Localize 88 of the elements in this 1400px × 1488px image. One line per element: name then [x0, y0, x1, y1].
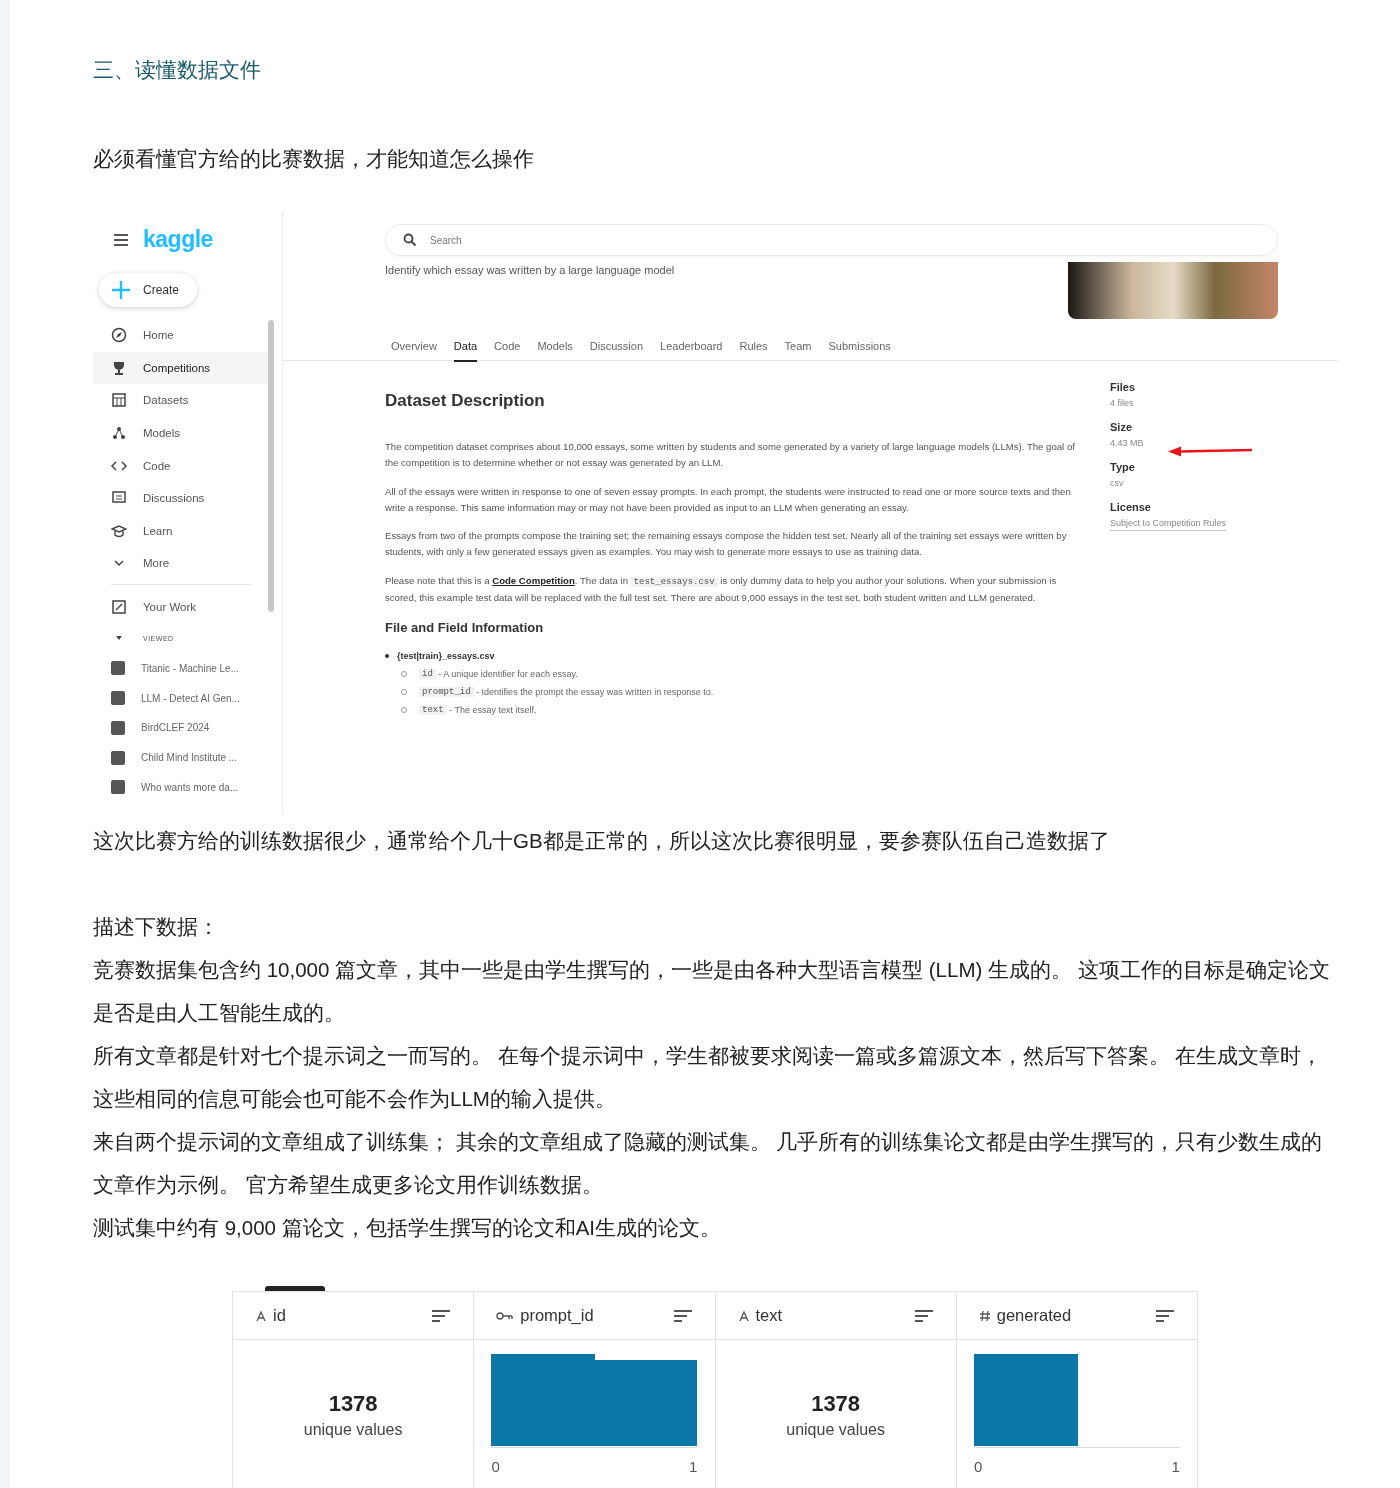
- axis-label: 1: [1171, 1458, 1180, 1475]
- string-type-icon: [255, 1309, 267, 1322]
- meta-value: 4.43 MB: [1110, 438, 1145, 448]
- graduation-cap-icon: [111, 522, 127, 539]
- thumbnail-icon: [111, 691, 125, 706]
- tab[interactable]: Team: [784, 332, 812, 362]
- description-paragraph: Please note that this is a Code Competition. The data in test_essays.csv is only dummy data to help you author your solutions. When your submission is scored, this example test data will be replaced with the full test set. There are about 9,000 essays in the test set, both student written and LLM generated.: [385, 573, 1058, 606]
- tab[interactable]: Overview: [391, 332, 437, 362]
- column-header[interactable]: id: [233, 1292, 474, 1340]
- tab[interactable]: Submissions: [828, 332, 891, 362]
- meta-value[interactable]: Subject to Competition Rules: [1110, 518, 1227, 531]
- column-header[interactable]: generated: [956, 1292, 1197, 1340]
- tab[interactable]: Leaderboard: [660, 332, 723, 362]
- create-button[interactable]: Create: [99, 273, 198, 307]
- tab[interactable]: Discussion: [589, 332, 644, 362]
- column-header[interactable]: prompt_id: [474, 1292, 715, 1340]
- recent-item[interactable]: LLM - Detect AI Gen...: [93, 683, 282, 713]
- sort-icon[interactable]: [913, 1308, 934, 1323]
- sidebar-item[interactable]: Code: [93, 449, 271, 482]
- thumbnail-icon: [111, 750, 125, 765]
- plus-icon: [111, 280, 131, 300]
- note-text: 这次比赛方给的训练数据很少，通常给个几十GB都是正常的，所以这次比赛很明显，要参赛队伍自己造数据了: [93, 828, 1111, 854]
- description-paragraph: All of the essays were written in response to one of seven essay prompts. In each prompt, the students were instructed to read one or more source texts and then write a response. This same information may or may not have been provided as input to an LLM when generating an essay.: [385, 484, 1072, 515]
- description-paragraph: Essays from two of the prompts compose the training set; the remaining essays compose the hidden test set. Nearly all of the training set essays were written by students, with only a few generated essays given as examples. You may wish to generate more essays to use as training data.: [385, 529, 1068, 560]
- nodes-icon: [111, 425, 127, 442]
- meta-label: Type: [1110, 461, 1136, 473]
- sort-icon[interactable]: [431, 1308, 452, 1323]
- description-text: 来自两个提示词的文章组成了训练集； 其余的文章组成了隐藏的测试集。 几乎所有的训练集论文都是由学生撰写的，只有少数生成的文章作为示例。 官方希望生成更多论文用作训练数据。: [93, 1129, 1324, 1198]
- sort-icon[interactable]: [1155, 1308, 1175, 1323]
- bullet-icon: [385, 654, 389, 659]
- meta-label: License: [1110, 501, 1152, 513]
- count-caption: unique values: [303, 1421, 403, 1439]
- string-type-icon: [737, 1309, 750, 1322]
- section-title: File and Field Information: [385, 620, 545, 636]
- meta-label: Size: [1110, 421, 1133, 433]
- menu-icon[interactable]: [113, 233, 129, 246]
- meta-value: csv: [1110, 478, 1125, 488]
- search-field[interactable]: Search: [385, 224, 1278, 256]
- sidebar-item[interactable]: Datasets: [93, 384, 271, 417]
- tab[interactable]: Code: [494, 332, 521, 362]
- recent-item[interactable]: Titanic - Machine Le...: [93, 653, 282, 684]
- table-icon: [111, 392, 127, 409]
- compass-icon: [111, 327, 127, 344]
- description-text: 竞赛数据集包含约 10,000 篇文章，其中一些是由学生撰写的，一些是由各种大型语言模型 (LLM) 生成的。 这项工作的目标是确定论文是否是由人工智能生成的。: [93, 957, 1331, 1026]
- thumbnail-icon: [111, 661, 125, 676]
- recent-item[interactable]: Child Mind Institute ...: [93, 742, 282, 773]
- intro-text: 必须看懂官方给的比赛数据，才能知道怎么操作: [93, 146, 535, 172]
- count-caption: unique values: [786, 1421, 885, 1439]
- section-title: Dataset Description: [385, 391, 546, 411]
- recent-item[interactable]: Who wants more da...: [93, 772, 282, 803]
- axis-label: 0: [973, 1458, 983, 1475]
- trophy-icon: [111, 359, 127, 376]
- search-icon: [403, 233, 417, 247]
- sort-icon[interactable]: [672, 1308, 693, 1323]
- hash-icon: [978, 1309, 991, 1322]
- sidebar-item[interactable]: Competitions: [93, 351, 271, 385]
- tab[interactable]: Rules: [739, 332, 768, 362]
- axis-label: 0: [491, 1458, 500, 1475]
- column-header[interactable]: text: [715, 1292, 956, 1340]
- description-paragraph: The competition dataset comprises about 10,000 essays, some written by students and some generated by a variety of large language models (LLMs). The goal of the competition is to determine whether or not essay was generated by an LLM.: [385, 440, 1076, 471]
- sidebar-item[interactable]: Discussions: [93, 481, 271, 515]
- paragraph-label: 描述下数据：: [93, 914, 220, 940]
- tab[interactable]: Data: [453, 332, 478, 362]
- sidebar-item[interactable]: Learn: [93, 514, 271, 548]
- file-name: {test|train}_essays.csv: [397, 651, 495, 662]
- competition-subtitle: Identify which essay was written by a large language model: [385, 264, 675, 278]
- scrollbar[interactable]: [268, 320, 274, 612]
- thumbnail-icon: [111, 720, 125, 735]
- field-description: text - The essay text itself.: [401, 705, 1088, 716]
- tab[interactable]: Models: [537, 332, 573, 362]
- axis-label: 1: [689, 1458, 698, 1475]
- unique-count: 1378: [328, 1391, 378, 1417]
- description-text: 所有文章都是针对七个提示词之一而写的。 在每个提示词中，学生都被要求阅读一篇或多篇源文本，然后写下答案。 在生成文章时，这些相同的信息可能会也可能不会作为LLM的输入提供。: [93, 1043, 1324, 1112]
- sidebar-item[interactable]: Your Work: [93, 590, 271, 624]
- meta-value: 4 files: [1110, 398, 1135, 408]
- sidebar-item[interactable]: Home: [93, 319, 271, 352]
- field-description: prompt_id - Identifies the prompt the essay was written in response to.: [401, 687, 1088, 698]
- pencil-square-icon: [111, 599, 127, 616]
- recent-item[interactable]: BirdCLEF 2024: [93, 712, 282, 743]
- key-icon: [496, 1309, 515, 1322]
- thumbnail-icon: [111, 780, 125, 795]
- meta-label: Files: [1110, 381, 1137, 393]
- description-text: 测试集中约有 9,000 篇论文，包括学生撰写的论文和AI生成的论文。: [93, 1215, 723, 1241]
- section-heading: 三、读懂数据文件: [93, 57, 262, 83]
- unique-count: 1378: [811, 1391, 861, 1417]
- field-description: id - A unique identifier for each essay.: [401, 669, 1088, 680]
- sidebar-item[interactable]: Models: [93, 416, 271, 450]
- sidebar-item[interactable]: More: [93, 547, 271, 580]
